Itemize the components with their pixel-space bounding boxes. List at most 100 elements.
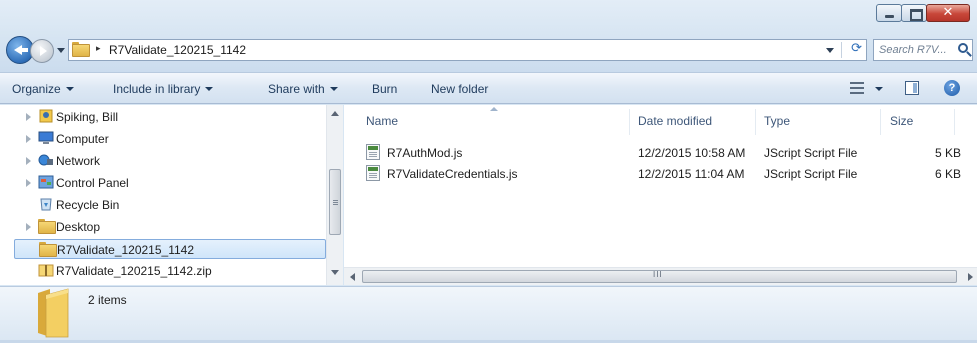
nav-item-label: Desktop [56, 220, 101, 234]
navigation-row: ▸ R7Validate_120215_1142 ⟳ Search R7V... [0, 36, 977, 68]
scroll-right-icon[interactable] [968, 273, 973, 281]
folder-icon [39, 242, 57, 257]
search-icon[interactable] [958, 43, 968, 53]
item-count: 2 items [88, 293, 127, 307]
nav-item-label: Recycle Bin [56, 198, 120, 212]
breadcrumb-current-folder[interactable]: R7Validate_120215_1142 [109, 43, 246, 57]
help-icon[interactable]: ? [944, 80, 960, 96]
minimize-button[interactable] [876, 4, 902, 22]
maximize-button[interactable] [901, 4, 927, 22]
nav-item-label: Spiking, Bill [56, 110, 119, 124]
scroll-down-icon[interactable] [331, 270, 339, 275]
preview-pane-icon[interactable] [905, 81, 919, 95]
nav-item-desktop[interactable]: Desktop [14, 217, 326, 237]
address-history-dropdown-icon[interactable] [826, 48, 834, 53]
view-options-dropdown[interactable] [870, 82, 883, 96]
navigation-pane: Spiking, Bill Computer Network Control P… [0, 105, 343, 285]
share-with-label: Share with [268, 82, 325, 96]
burn-button[interactable]: Burn [372, 82, 397, 96]
refresh-icon[interactable]: ⟳ [851, 41, 862, 56]
expand-arrow-icon[interactable] [26, 223, 31, 231]
column-divider[interactable] [880, 109, 881, 135]
column-header-size[interactable]: Size [890, 114, 913, 128]
file-row[interactable]: R7AuthMod.js 12/2/2015 10:58 AM JScript … [366, 143, 966, 163]
expand-arrow-icon[interactable] [26, 157, 31, 165]
folder-icon [72, 42, 90, 57]
include-in-library-label: Include in library [113, 82, 201, 96]
nav-item-user[interactable]: Spiking, Bill [14, 107, 326, 127]
explorer-window: ✕ ▸ R7Validate_120215_1142 ⟳ Search R7V.… [0, 0, 977, 343]
nav-item-label: Control Panel [56, 176, 129, 190]
column-header-type[interactable]: Type [764, 114, 790, 128]
column-header-date-modified[interactable]: Date modified [638, 114, 712, 128]
file-date-modified: 12/2/2015 10:58 AM [638, 146, 746, 160]
computer-icon [38, 131, 54, 145]
address-divider [841, 42, 842, 58]
close-icon: ✕ [942, 5, 954, 20]
organize-menu[interactable]: Organize [12, 82, 74, 96]
command-bar: Organize Include in library Share with B… [0, 72, 977, 104]
search-input[interactable]: Search R7V... [879, 44, 947, 56]
file-list-horizontal-scrollbar[interactable]: III [344, 267, 977, 285]
file-list: Name Date modified Type Size R7AuthMod.j… [344, 105, 977, 267]
new-folder-button[interactable]: New folder [431, 82, 488, 96]
nav-item-computer[interactable]: Computer [14, 129, 326, 149]
column-header-name[interactable]: Name [366, 114, 398, 128]
nav-item-recycle-bin[interactable]: Recycle Bin [14, 195, 326, 215]
nav-item-zip[interactable]: R7Validate_120215_1142.zip [14, 261, 326, 281]
nav-item-label: Computer [56, 132, 109, 146]
chevron-down-icon [329, 87, 338, 91]
file-row[interactable]: R7ValidateCredentials.js 12/2/2015 11:04… [366, 164, 966, 184]
breadcrumb-separator-icon[interactable]: ▸ [96, 43, 101, 54]
caption-buttons: ✕ [876, 4, 970, 22]
chevron-down-icon [875, 87, 883, 91]
search-box[interactable]: Search R7V... [873, 39, 973, 61]
nav-item-label: Network [56, 154, 101, 168]
include-in-library-menu[interactable]: Include in library [113, 82, 214, 96]
scrollbar-thumb[interactable]: III [362, 270, 957, 283]
column-divider[interactable] [629, 109, 630, 135]
grip-icon [333, 200, 338, 201]
address-bar[interactable]: ▸ R7Validate_120215_1142 ⟳ [68, 39, 867, 61]
scroll-up-icon[interactable] [331, 111, 339, 116]
nav-item-current-folder[interactable]: R7Validate_120215_1142 [14, 239, 326, 259]
sort-ascending-icon [490, 107, 498, 111]
share-with-menu[interactable]: Share with [268, 82, 338, 96]
forward-button[interactable] [30, 39, 54, 63]
expand-arrow-icon[interactable] [26, 179, 31, 187]
grip-icon: III [653, 270, 663, 279]
zip-folder-icon [38, 263, 54, 277]
nav-item-network[interactable]: Network [14, 151, 326, 171]
scrollbar-thumb[interactable] [329, 169, 341, 235]
file-date-modified: 12/2/2015 11:04 AM [638, 167, 745, 181]
nav-item-label: R7Validate_120215_1142.zip [56, 264, 212, 278]
folder-icon [38, 219, 56, 234]
jscript-file-icon [366, 165, 380, 181]
file-name: R7AuthMod.js [387, 146, 463, 160]
scroll-left-icon[interactable] [350, 273, 355, 281]
column-divider[interactable] [954, 109, 955, 135]
nav-item-control-panel[interactable]: Control Panel [14, 173, 326, 193]
nav-pane-scrollbar[interactable] [326, 105, 343, 285]
change-view-icon[interactable] [850, 82, 864, 94]
close-button[interactable]: ✕ [926, 4, 970, 22]
expand-arrow-icon[interactable] [26, 135, 31, 143]
chevron-down-icon [205, 87, 214, 91]
details-pane: 2 items [0, 286, 977, 340]
column-divider[interactable] [755, 109, 756, 135]
chevron-down-icon [65, 87, 74, 91]
jscript-file-icon [366, 144, 380, 160]
file-size: 6 KB [934, 167, 961, 181]
network-icon [38, 153, 54, 167]
user-folder-icon [38, 109, 54, 123]
recent-pages-dropdown-icon[interactable] [57, 48, 65, 53]
large-folder-icon [36, 287, 70, 339]
nav-item-label: R7Validate_120215_1142 [57, 243, 195, 257]
file-name: R7ValidateCredentials.js [387, 167, 518, 181]
expand-arrow-icon[interactable] [26, 113, 31, 121]
file-type: JScript Script File [764, 167, 858, 181]
file-size: 5 KB [934, 146, 961, 160]
organize-label: Organize [12, 82, 61, 96]
file-type: JScript Script File [764, 146, 858, 160]
control-panel-icon [38, 175, 54, 189]
